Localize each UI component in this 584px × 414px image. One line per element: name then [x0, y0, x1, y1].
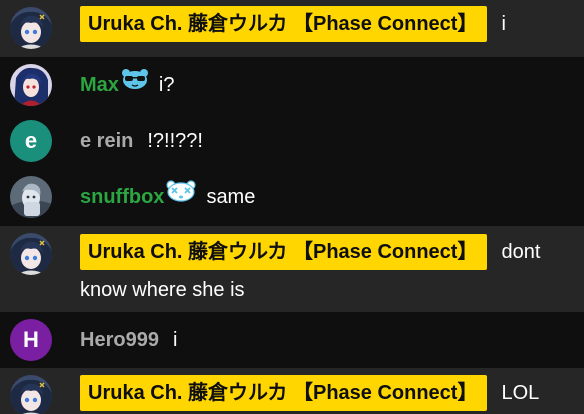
avatar[interactable]: H: [10, 319, 52, 361]
chat-message: e e rein!?!!??!: [0, 113, 584, 169]
message-text: i: [172, 329, 178, 351]
owner-author-name[interactable]: Uruka Ch. 藤倉ウルカ 【Phase Connect】: [80, 375, 488, 411]
chat-message-owner: Uruka Ch. 藤倉ウルカ 【Phase Connect】 dont know…: [0, 226, 584, 312]
message-content: Uruka Ch. 藤倉ウルカ 【Phase Connect】 LOL: [80, 375, 572, 411]
avatar[interactable]: [10, 64, 52, 106]
avatar-letter: H: [23, 327, 39, 352]
avatar[interactable]: [10, 233, 52, 275]
owner-author-name[interactable]: Uruka Ch. 藤倉ウルカ 【Phase Connect】: [80, 234, 488, 270]
message-text: !?!!??!: [147, 130, 203, 152]
chat-message: Max i?: [0, 57, 584, 113]
message-text: i: [501, 13, 506, 35]
avatar[interactable]: [10, 176, 52, 218]
message-content: Max i?: [80, 67, 572, 104]
message-content: snuffbox same: [80, 179, 572, 216]
message-content: e rein!?!!??!: [80, 123, 572, 159]
chat-message: H Hero999 i: [0, 312, 584, 368]
author-name[interactable]: Hero999: [80, 329, 159, 351]
message-content: Uruka Ch. 藤倉ウルカ 【Phase Connect】 dont know…: [80, 233, 572, 309]
author-name[interactable]: Max: [80, 74, 119, 96]
message-text: i?: [158, 74, 175, 96]
author-name[interactable]: e rein: [80, 130, 133, 152]
avatar[interactable]: e: [10, 120, 52, 162]
sunglasses-bear-icon: [121, 66, 149, 102]
message-content: Hero999 i: [80, 322, 572, 358]
avatar[interactable]: [10, 375, 52, 414]
owner-author-name[interactable]: Uruka Ch. 藤倉ウルカ 【Phase Connect】: [80, 6, 488, 42]
dizzy-bear-icon: [166, 178, 197, 214]
avatar[interactable]: [10, 7, 52, 49]
chat-message: snuffbox same: [0, 169, 584, 226]
chat-message-owner: Uruka Ch. 藤倉ウルカ 【Phase Connect】 LOL: [0, 368, 584, 414]
message-content: Uruka Ch. 藤倉ウルカ 【Phase Connect】 i: [80, 6, 572, 42]
live-chat-panel: Uruka Ch. 藤倉ウルカ 【Phase Connect】 i Max i?…: [0, 0, 584, 414]
author-name[interactable]: snuffbox: [80, 186, 164, 208]
chat-message-owner: Uruka Ch. 藤倉ウルカ 【Phase Connect】 i: [0, 0, 584, 57]
message-text: LOL: [501, 382, 540, 404]
avatar-letter: e: [24, 128, 38, 153]
message-text: same: [206, 186, 256, 208]
